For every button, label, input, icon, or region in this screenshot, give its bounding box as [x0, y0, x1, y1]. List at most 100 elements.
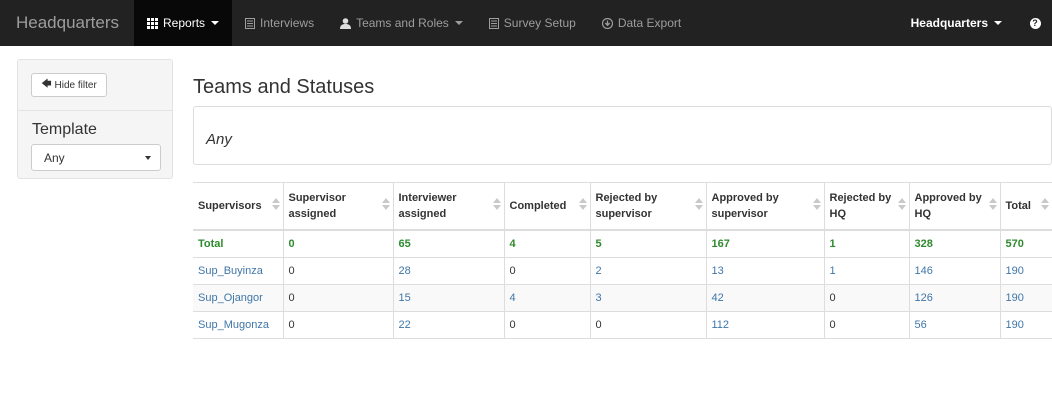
column-header-rejected-by-supervisor[interactable]: Rejected by supervisor [589, 182, 707, 230]
table-cell: 0 [282, 311, 394, 339]
teams-statuses-table: Supervisors Supervisor assigned Intervie… [193, 182, 1052, 339]
table-cell: 5 [589, 229, 707, 258]
hide-filter-label: Hide filter [54, 79, 97, 91]
table-cell: 0 [823, 284, 910, 312]
filter-summary-value: Any [206, 131, 232, 148]
nav-interviews[interactable]: Interviews [232, 0, 327, 46]
sort-icon [897, 198, 906, 214]
table-cell: Total [193, 229, 284, 258]
filter-summary: Any [193, 106, 1052, 165]
table-cell-link[interactable]: 190 [999, 284, 1052, 312]
column-header-rejected-by-hq[interactable]: Rejected by HQ [823, 182, 910, 230]
chevron-down-icon [994, 21, 1002, 25]
table-row: Sup_Ojangor 0 15 4 3 42 0 126 190 [193, 284, 1052, 312]
table-cell: 167 [705, 229, 825, 258]
question-icon: ? [1029, 17, 1041, 29]
divider [18, 110, 172, 111]
nav-survey-setup[interactable]: Survey Setup [476, 0, 589, 46]
list-icon [488, 17, 499, 29]
column-header-label: Supervisors [198, 199, 262, 212]
table-cell-link[interactable]: 190 [999, 257, 1052, 285]
user-icon [340, 17, 352, 29]
column-header-approved-by-hq[interactable]: Approved by HQ [908, 182, 1001, 230]
grid-icon [147, 17, 159, 29]
chevron-down-icon [454, 21, 463, 25]
sort-icon [988, 198, 997, 214]
supervisor-link[interactable]: Sup_Buyinza [193, 257, 284, 285]
column-header-interviewer-assigned[interactable]: Interviewer assigned [392, 182, 505, 230]
column-header-label: Approved by HQ [914, 191, 982, 220]
sort-icon [694, 198, 703, 214]
template-select[interactable]: Any [31, 144, 161, 171]
chevron-down-icon [145, 156, 151, 160]
table-cell: 0 [503, 311, 591, 339]
column-header-label: Completed [509, 199, 567, 212]
page-title: Teams and Statuses [193, 76, 375, 98]
column-header-label: Total [1005, 199, 1031, 212]
table-cell: 0 [589, 311, 707, 339]
table-cell-link[interactable]: 22 [392, 311, 505, 339]
table-cell: 0 [823, 311, 910, 339]
chevron-down-icon [211, 21, 220, 25]
sort-icon [812, 198, 821, 214]
table-cell: 0 [503, 257, 591, 285]
nav-reports[interactable]: Reports [134, 0, 233, 46]
column-header-approved-by-supervisor[interactable]: Approved by supervisor [705, 182, 825, 230]
column-header-label: Approved by supervisor [711, 191, 779, 220]
hide-filter-button[interactable]: 🡄 Hide filter [31, 73, 107, 97]
user-menu[interactable]: Headquarters [898, 0, 1018, 46]
sort-icon [271, 198, 280, 214]
table-cell-link[interactable]: 28 [392, 257, 505, 285]
nav-survey-setup-label: Survey Setup [503, 16, 576, 30]
table-cell-link[interactable]: 42 [705, 284, 825, 312]
supervisor-link[interactable]: Sup_Ojangor [193, 284, 284, 312]
table-cell: 328 [908, 229, 1001, 258]
table-cell-link[interactable]: 112 [705, 311, 825, 339]
user-menu-label: Headquarters [910, 16, 988, 30]
table-cell-link[interactable]: 13 [705, 257, 825, 285]
help-button[interactable]: ? [1018, 0, 1052, 46]
nav-right: Headquarters ? [898, 0, 1052, 46]
table-cell-link[interactable]: 56 [908, 311, 1001, 339]
sort-icon [578, 198, 587, 214]
table-cell: 65 [392, 229, 505, 258]
table-cell-link[interactable]: 2 [589, 257, 707, 285]
template-select-value: Any [44, 150, 65, 165]
nav-teams-label: Teams and Roles [356, 16, 449, 30]
table-cell: 0 [282, 284, 394, 312]
table-cell-link[interactable]: 1 [823, 257, 910, 285]
nav-interviews-label: Interviews [260, 16, 315, 30]
column-header-label: Supervisor assigned [288, 191, 346, 220]
table-row: Sup_Buyinza 0 28 0 2 13 1 146 190 [193, 257, 1052, 285]
sort-icon [492, 198, 501, 214]
column-header-supervisor-assigned[interactable]: Supervisor assigned [282, 182, 394, 230]
sort-icon [381, 198, 390, 214]
table-cell-link[interactable]: 126 [908, 284, 1001, 312]
table-cell-link[interactable]: 3 [589, 284, 707, 312]
table-row: Sup_Mugonza 0 22 0 0 112 0 56 190 [193, 311, 1052, 339]
top-navbar: Headquarters Reports Interviews Teams an… [0, 0, 1052, 46]
table-cell-link[interactable]: 4 [503, 284, 591, 312]
filter-sidebar: 🡄 Hide filter Template Any [17, 59, 173, 179]
column-header-total[interactable]: Total [999, 182, 1052, 230]
column-header-label: Rejected by supervisor [595, 191, 658, 220]
table-cell-link[interactable]: 146 [908, 257, 1001, 285]
column-header-label: Interviewer assigned [398, 191, 457, 220]
nav-reports-label: Reports [163, 16, 206, 30]
table-cell-link[interactable]: 190 [999, 311, 1052, 339]
arrow-left-icon: 🡄 [41, 78, 52, 90]
table-cell: 1 [823, 229, 910, 258]
supervisor-link[interactable]: Sup_Mugonza [193, 311, 284, 339]
brand-link[interactable]: Headquarters [0, 0, 134, 46]
column-header-label: Rejected by HQ [829, 191, 892, 220]
nav-teams-and-roles[interactable]: Teams and Roles [327, 0, 476, 46]
table-cell: 570 [999, 229, 1052, 258]
table-cell-link[interactable]: 15 [392, 284, 505, 312]
nav-data-export[interactable]: Data Export [589, 0, 694, 46]
column-header-completed[interactable]: Completed [503, 182, 591, 230]
column-header-supervisors[interactable]: Supervisors [193, 182, 284, 230]
table-cell: 0 [282, 229, 394, 258]
table-total-row: Total 0 65 4 5 167 1 328 570 [193, 229, 1052, 258]
table-cell: 0 [282, 257, 394, 285]
sort-icon [1040, 198, 1049, 214]
